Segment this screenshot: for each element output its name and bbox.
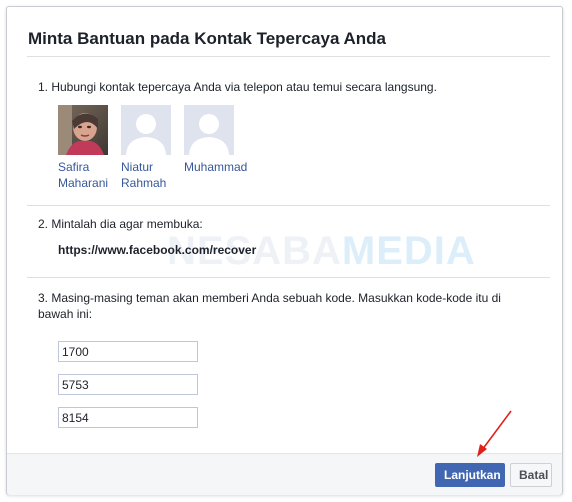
contact-niatur[interactable]: Niatur Rahmah <box>121 105 185 191</box>
default-avatar-icon <box>184 105 234 155</box>
contact-name[interactable]: Niatur Rahmah <box>121 159 185 191</box>
step1-text: 1. Hubungi kontak tepercaya Anda via tel… <box>38 80 437 94</box>
code-input-2[interactable] <box>58 374 198 395</box>
divider <box>27 277 550 278</box>
default-avatar-icon <box>121 105 171 155</box>
code-input-3[interactable] <box>58 407 198 428</box>
recover-dialog: Minta Bantuan pada Kontak Tepercaya Anda… <box>6 6 563 495</box>
recover-url: https://www.facebook.com/recover <box>58 243 257 257</box>
code-input-1[interactable] <box>58 341 198 362</box>
contact-name[interactable]: Muhammad <box>184 159 248 175</box>
continue-button[interactable]: Lanjutkan <box>435 463 505 487</box>
dialog-footer: Lanjutkan Batal <box>7 453 562 495</box>
cancel-button[interactable]: Batal <box>510 463 552 487</box>
contact-photo-avatar <box>58 105 108 155</box>
divider <box>27 56 550 57</box>
step3-text: 3. Masing-masing teman akan memberi Anda… <box>38 291 501 321</box>
divider <box>27 205 550 206</box>
dialog-title: Minta Bantuan pada Kontak Tepercaya Anda <box>28 29 387 48</box>
contact-muhammad[interactable]: Muhammad <box>184 105 248 175</box>
contact-safira[interactable]: Safira Maharani <box>58 105 122 191</box>
contact-name[interactable]: Safira Maharani <box>58 159 122 191</box>
